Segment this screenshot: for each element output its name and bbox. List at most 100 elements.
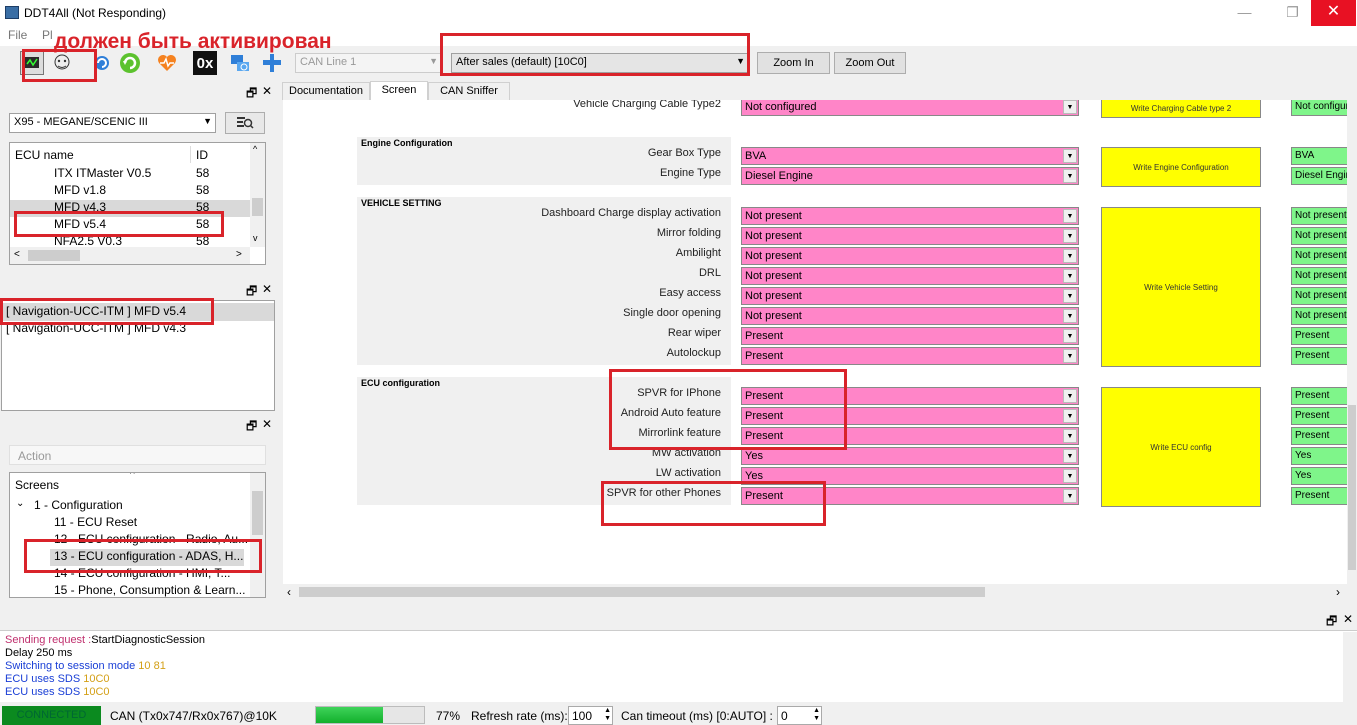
connection-status: CONNECTED <box>2 706 101 725</box>
current-value: Present <box>1291 487 1347 505</box>
scan-network-icon[interactable] <box>228 51 252 75</box>
vehicle-value: X95 - MEGANE/SCENIC III <box>14 116 148 128</box>
group-title: ECU configuration <box>361 378 440 388</box>
can-line-select[interactable]: CAN Line 1 ▼ <box>295 53 442 73</box>
field-select[interactable]: Present ▼ <box>741 347 1079 365</box>
vertical-scrollbar[interactable]: ^ v <box>250 143 265 247</box>
vertical-scrollbar[interactable] <box>250 473 265 597</box>
field-label: Dashboard Charge display activation <box>541 207 721 219</box>
ecu-list[interactable]: ECU name ID ITX ITMaster V0.5 58 MFD v1.8… <box>9 142 266 265</box>
hex-icon[interactable]: 0x <box>193 51 217 75</box>
tab-screen[interactable]: Screen <box>370 81 428 101</box>
field-label: Single door opening <box>623 307 721 319</box>
menu-file[interactable]: File <box>8 28 27 42</box>
app-icon <box>5 6 19 19</box>
screen-vertical-scrollbar[interactable] <box>1347 100 1357 584</box>
scan-ecu-button[interactable] <box>225 112 265 134</box>
tab-can-sniffer[interactable]: CAN Sniffer <box>428 82 510 100</box>
timeout-label: Can timeout (ms) [0:AUTO] : <box>621 709 773 723</box>
action-field[interactable]: Action <box>9 445 266 465</box>
current-value: Not present <box>1291 307 1347 325</box>
field-select[interactable]: Not present ▼ <box>741 267 1079 285</box>
current-value: Not present <box>1291 207 1347 225</box>
chevron-down-icon: ▼ <box>1063 269 1077 283</box>
tree-root[interactable]: Screens <box>10 478 250 495</box>
highlight-box <box>440 33 750 76</box>
current-value: Present <box>1291 347 1347 365</box>
tab-documentation[interactable]: Documentation <box>282 82 370 100</box>
timeout-input[interactable]: 0 ▲ ▼ <box>777 706 822 725</box>
current-value: Yes <box>1291 467 1347 485</box>
field-label: Mirror folding <box>656 227 721 239</box>
field-select[interactable]: Not present ▼ <box>741 287 1079 305</box>
chevron-down-icon: ▼ <box>1063 169 1077 183</box>
minimize-button[interactable]: — <box>1222 0 1267 26</box>
write-engine-button[interactable]: Write Engine Configuration <box>1101 147 1261 187</box>
float-icon[interactable]: 🗗 <box>246 417 257 438</box>
heart-icon[interactable] <box>155 51 179 75</box>
field-label: Gear Box Type <box>647 147 721 159</box>
close-icon[interactable]: ✕ <box>262 84 272 98</box>
field-select[interactable]: Present ▼ <box>741 327 1079 345</box>
write-charging-button[interactable]: Write Charging Cable type 2 <box>1101 100 1261 118</box>
bus-icon[interactable] <box>260 51 284 75</box>
field-select[interactable]: Not configured ▼ <box>741 100 1079 116</box>
highlight-box <box>609 369 847 450</box>
field-label: Vehicle Charging Cable Type2 <box>573 100 721 110</box>
field-label: LW activation <box>655 467 721 479</box>
restore-button[interactable]: ❐ <box>1270 0 1315 26</box>
vehicle-select[interactable]: X95 - MEGANE/SCENIC III ▼ <box>9 113 216 133</box>
current-value: Present <box>1291 407 1347 425</box>
field-select[interactable]: Not present ▼ <box>741 207 1079 225</box>
current-value: Not present <box>1291 267 1347 285</box>
current-value: Not present <box>1291 227 1347 245</box>
chevron-down-icon: ▼ <box>1063 469 1077 483</box>
close-button[interactable]: ✕ <box>1311 0 1356 26</box>
refresh-rate-input[interactable]: 100 ▲ ▼ <box>568 706 613 725</box>
list-item[interactable]: ITX ITMaster V0.5 58 <box>10 166 250 183</box>
chevron-down-icon: ▼ <box>1063 449 1077 463</box>
float-icon[interactable]: 🗗 <box>246 84 257 105</box>
current-value: Present <box>1291 327 1347 345</box>
field-select[interactable]: Not present ▼ <box>741 247 1079 265</box>
menu-plugins[interactable]: Pl <box>42 28 53 42</box>
screens-tree[interactable]: ^ Screens ⌄ 1 - Configuration 11 - ECU Re… <box>9 472 266 598</box>
field-select[interactable]: BVA ▼ <box>741 147 1079 165</box>
refresh-label: Refresh rate (ms): <box>471 709 568 723</box>
chevron-down-icon: ▼ <box>1063 229 1077 243</box>
refresh-icon[interactable] <box>118 51 142 75</box>
current-value: Present <box>1291 387 1347 405</box>
tree-item[interactable]: 15 - Phone, Consumption & Learn... <box>10 583 250 597</box>
close-icon[interactable]: ✕ <box>1343 612 1353 626</box>
list-item[interactable]: MFD v1.8 58 <box>10 183 250 200</box>
spin-icon: ▲ ▼ <box>604 707 611 722</box>
log-scrollbar[interactable] <box>1343 632 1357 702</box>
highlight-box <box>14 211 224 237</box>
current-value: Present <box>1291 427 1347 445</box>
field-select[interactable]: Diesel Engine ▼ <box>741 167 1079 185</box>
write-vehicle-button[interactable]: Write Vehicle Setting <box>1101 207 1261 367</box>
log-line: Delay 250 ms <box>5 647 73 659</box>
spin-icon: ▲ ▼ <box>813 707 820 722</box>
close-icon[interactable]: ✕ <box>262 282 272 296</box>
horizontal-scrollbar[interactable]: < > <box>10 247 250 264</box>
screen-horizontal-scrollbar[interactable]: ‹ › <box>283 584 1347 600</box>
chevron-down-icon: ▼ <box>1063 409 1077 423</box>
field-label: Ambilight <box>675 247 721 259</box>
status-bar: CONNECTED CAN (Tx0x747/Rx0x767)@10K 77% … <box>0 704 1357 725</box>
field-select[interactable]: Not present ▼ <box>741 307 1079 325</box>
write-ecu-config-button[interactable]: Write ECU config <box>1101 387 1261 507</box>
zoom-out-button[interactable]: Zoom Out <box>834 52 906 74</box>
chevron-left-icon: ‹ <box>287 585 291 599</box>
close-icon[interactable]: ✕ <box>262 417 272 431</box>
field-select[interactable]: Not present ▼ <box>741 227 1079 245</box>
log-line: Switching to session mode 10 81 <box>5 660 166 672</box>
field-label: Autolockup <box>666 347 721 359</box>
tree-item[interactable]: 11 - ECU Reset <box>10 515 250 532</box>
zoom-in-button[interactable]: Zoom In <box>757 52 830 74</box>
ecu-panel: 🗗 ✕ X95 - MEGANE/SCENIC III ▼ ECU name I… <box>0 82 276 270</box>
tree-group[interactable]: ⌄ 1 - Configuration <box>10 498 250 515</box>
progress-label: 77% <box>436 709 461 723</box>
current-value: Yes <box>1291 447 1347 465</box>
current-value: Not present <box>1291 247 1347 265</box>
